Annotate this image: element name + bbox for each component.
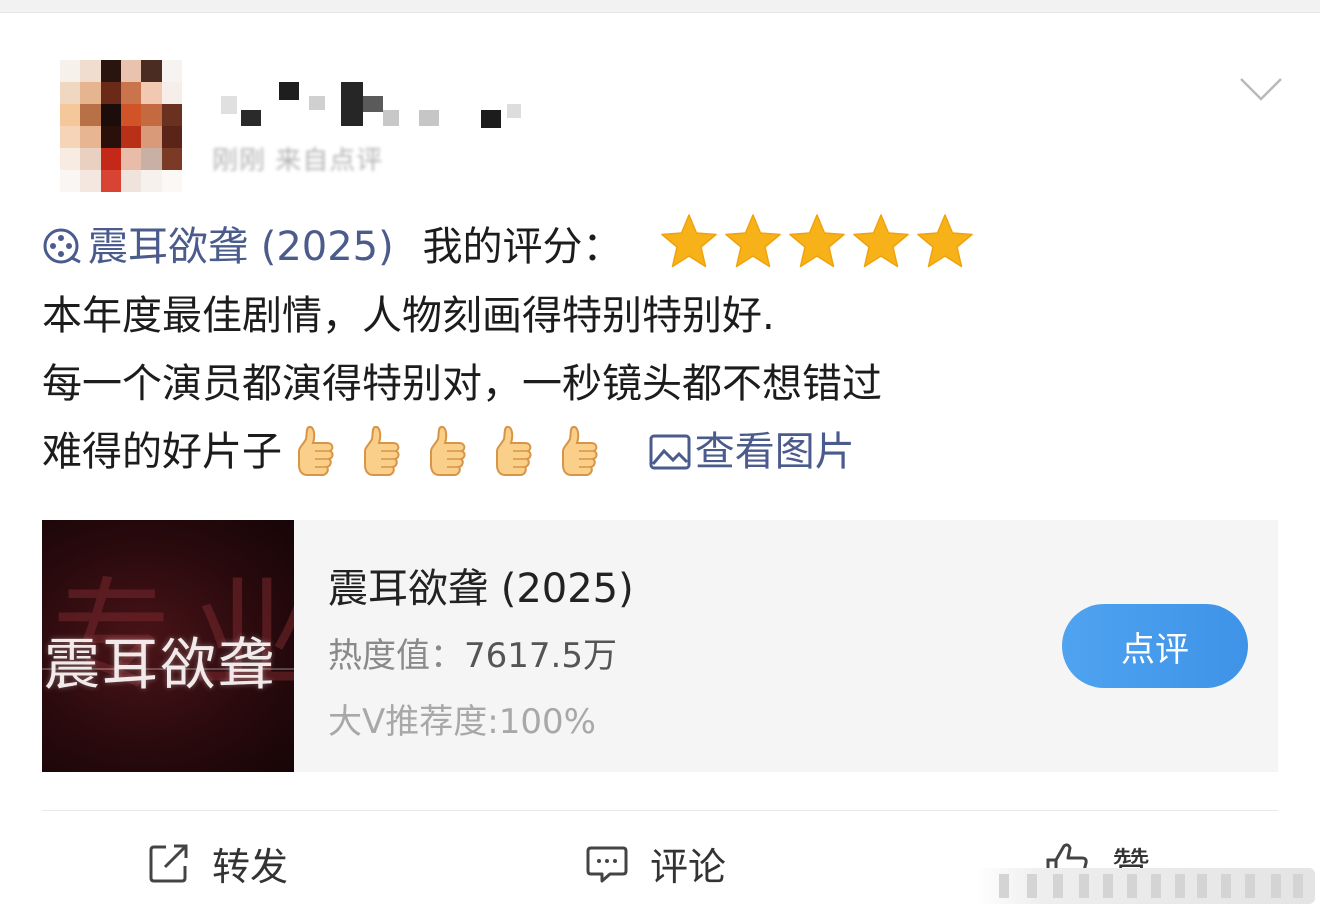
heat-label: 热度值：: [328, 636, 464, 676]
thumbs-up-icon: [430, 426, 466, 476]
post-meta: 刚刚 来自点评: [212, 146, 384, 176]
movie-card[interactable]: 专业 震耳欲聋 震耳欲聋 (2025) 热度值：7617.5万 大V推荐度:10…: [42, 520, 1278, 772]
star-icon: [917, 214, 973, 268]
review-text: 难得的好片子: [42, 429, 282, 475]
thumbs-up-icon: [562, 426, 598, 476]
comment-icon: [586, 846, 628, 883]
star-icon: [661, 214, 717, 268]
divider: [42, 810, 1278, 811]
repost-icon: [149, 844, 188, 883]
comment-label[interactable]: 评论: [650, 836, 726, 891]
watermark-overlay: [975, 868, 1315, 904]
repost-button[interactable]: 转发: [148, 836, 288, 891]
movie-card-title: 震耳欲聋 (2025): [328, 566, 634, 612]
star-icon: [853, 214, 909, 268]
movie-recommend-rate: 大V推荐度:100%: [328, 702, 596, 742]
star-icon: [725, 214, 781, 268]
review-text-line: 难得的好片子 查看图片: [42, 420, 855, 484]
star-icon: [789, 214, 845, 268]
thumbs-up-icon: [364, 426, 400, 476]
rating-stars: [659, 212, 979, 289]
film-reel-icon: [43, 228, 81, 264]
repost-label[interactable]: 转发: [212, 836, 288, 891]
post-header: 刚刚 来自点评: [0, 12, 1320, 202]
review-text-line: 每一个演员都演得特别对，一秒镜头都不想错过: [42, 361, 882, 407]
movie-link[interactable]: 震耳欲聋 (2025): [42, 224, 406, 270]
view-images-label[interactable]: 查看图片: [695, 429, 855, 475]
poster-title: 震耳欲聋: [44, 633, 276, 698]
review-button[interactable]: 点评: [1062, 604, 1248, 688]
movie-poster: 专业 震耳欲聋: [42, 520, 294, 772]
avatar[interactable]: [60, 60, 182, 192]
heat-value: 7617.5万: [464, 636, 617, 676]
username-pixelated[interactable]: [215, 74, 535, 128]
movie-link-text[interactable]: 震耳欲聋 (2025): [88, 224, 394, 270]
thumbs-up-icon: [298, 426, 334, 476]
thumbs-up-icon: [496, 426, 532, 476]
review-text-line: 本年度最佳剧情，人物刻画得特别特别好.: [42, 293, 775, 339]
image-icon: [649, 434, 691, 470]
comment-button[interactable]: 评论: [586, 836, 726, 891]
chevron-down-icon[interactable]: [1238, 74, 1284, 104]
rating-label: 我的评分：: [422, 224, 623, 270]
view-images-link[interactable]: 查看图片: [649, 429, 855, 475]
review-title-line: 震耳欲聋 (2025) 我的评分：: [42, 212, 979, 276]
movie-heat: 热度值：7617.5万: [328, 628, 617, 677]
